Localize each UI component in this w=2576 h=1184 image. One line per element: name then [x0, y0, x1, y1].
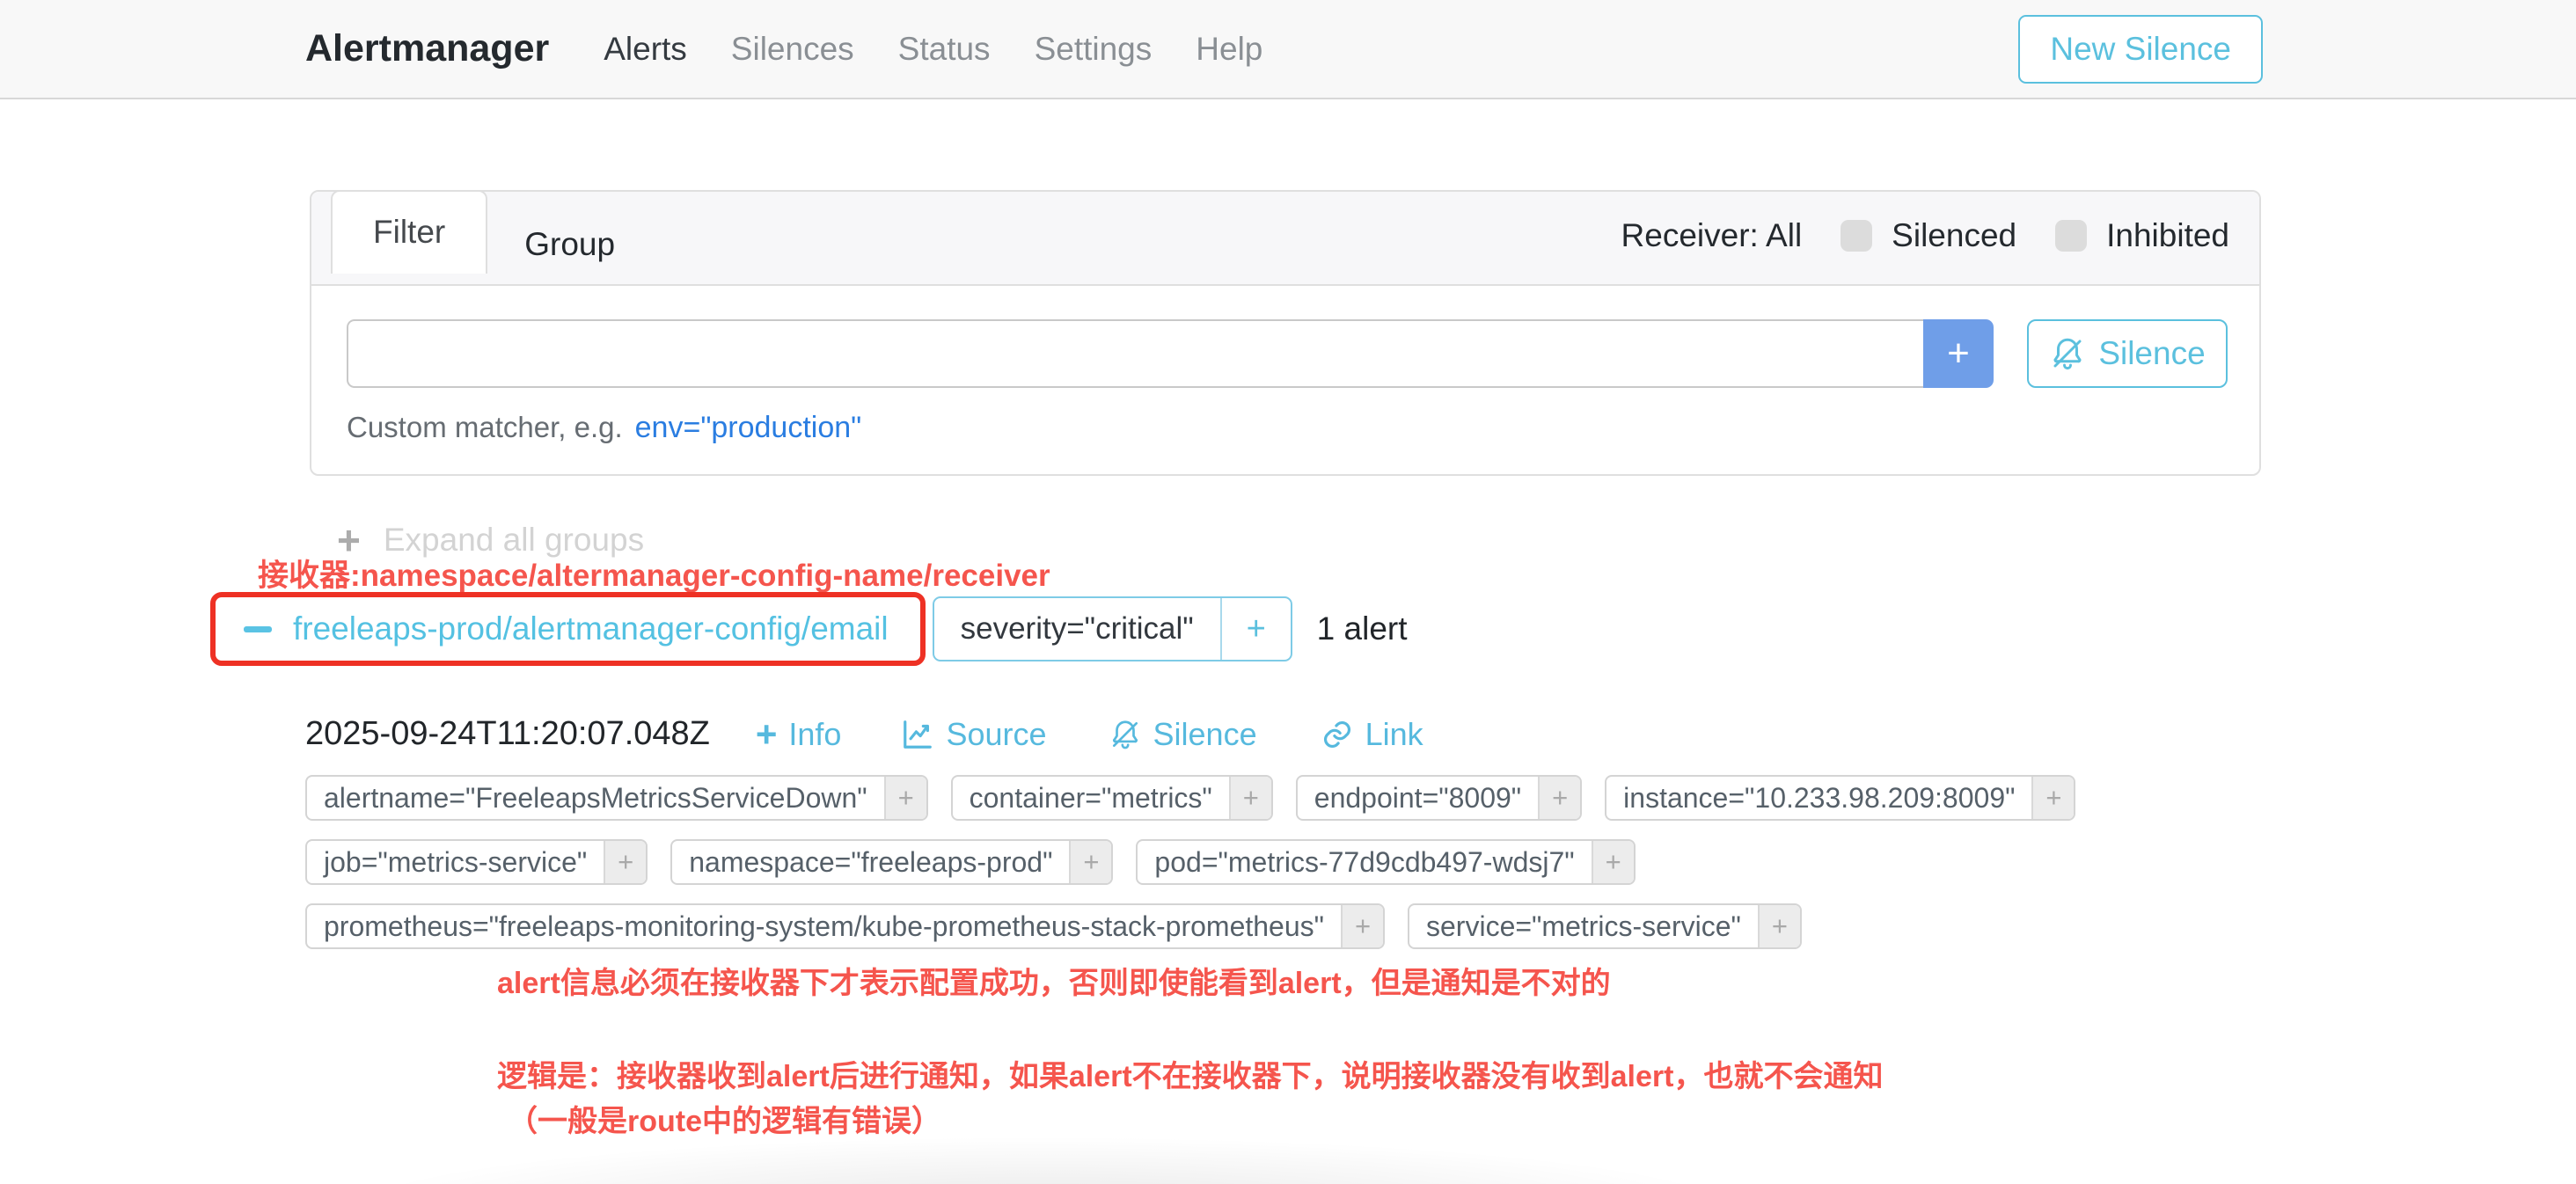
link-label: Link [1365, 716, 1423, 753]
matcher-input[interactable] [347, 319, 1923, 388]
add-matcher-button[interactable]: + [1923, 319, 1994, 388]
alert-timestamp: 2025-09-24T11:20:07.048Z [305, 715, 710, 753]
annotation-route-note: （一般是route中的逻辑有错误） [508, 1097, 941, 1140]
label-add-button[interactable]: + [1069, 841, 1111, 883]
nav-settings[interactable]: Settings [1035, 31, 1153, 68]
label-tag: prometheus="freeleaps-monitoring-system/… [305, 903, 1385, 949]
alert-source-link[interactable]: Source [901, 716, 1046, 753]
inhibited-label: Inhibited [2106, 217, 2229, 254]
receiver-filter-label[interactable]: Receiver: All [1621, 217, 1803, 254]
label-add-button[interactable]: + [1758, 905, 1800, 947]
info-label: Info [788, 716, 841, 753]
label-tag: alertname="FreeleapsMetricsServiceDown" … [305, 775, 928, 821]
label-value: endpoint="8009" [1298, 777, 1538, 819]
group-matcher-label: severity="critical" [934, 598, 1220, 660]
alert-silence-button[interactable]: Silence [1109, 716, 1257, 753]
labels-row-2: job="metrics-service" + namespace="freel… [305, 839, 2075, 885]
silenced-checkbox[interactable] [1841, 220, 1872, 252]
filter-panel-body: + Silence Custom matcher, e.g. env="prod… [311, 286, 2259, 445]
label-value: job="metrics-service" [307, 841, 604, 883]
inhibited-toggle[interactable]: Inhibited [2055, 217, 2229, 254]
silence-label: Silence [1153, 716, 1257, 753]
matcher-helper: Custom matcher, e.g. env="production" [347, 411, 2228, 445]
group-add-matcher-button[interactable]: + [1220, 598, 1291, 660]
bell-slash-icon [1109, 718, 1142, 751]
label-value: container="metrics" [953, 777, 1229, 819]
alert-header-row: 2025-09-24T11:20:07.048Z + Info Source S… [305, 715, 1423, 753]
nav-silences[interactable]: Silences [731, 31, 854, 68]
label-add-button[interactable]: + [1341, 905, 1383, 947]
nav-status[interactable]: Status [898, 31, 991, 68]
label-tag: instance="10.233.98.209:8009" + [1605, 775, 2075, 821]
label-tag: service="metrics-service" + [1408, 903, 1802, 949]
label-tag: pod="metrics-77d9cdb497-wdsj7" + [1136, 839, 1635, 885]
label-value: pod="metrics-77d9cdb497-wdsj7" [1138, 841, 1591, 883]
new-silence-button[interactable]: New Silence [2018, 15, 2263, 84]
helper-text: Custom matcher, e.g. [347, 411, 623, 444]
alert-group-row: freeleaps-prod/alertmanager-config/email… [210, 592, 1408, 666]
alert-labels: alertname="FreeleapsMetricsServiceDown" … [305, 775, 2075, 968]
app-brand[interactable]: Alertmanager [305, 27, 549, 70]
filter-header-controls: Receiver: All Silenced Inhibited [1621, 217, 2229, 259]
nav-help[interactable]: Help [1196, 31, 1262, 68]
label-tag: endpoint="8009" + [1296, 775, 1582, 821]
nav-alerts[interactable]: Alerts [604, 31, 687, 68]
label-tag: namespace="freeleaps-prod" + [670, 839, 1113, 885]
tab-filter[interactable]: Filter [331, 190, 487, 274]
collapse-minus-icon [244, 626, 272, 632]
labels-row-3: prometheus="freeleaps-monitoring-system/… [305, 903, 2075, 949]
receiver-group-name: freeleaps-prod/alertmanager-config/email [293, 610, 889, 647]
group-matcher-group: severity="critical" + [933, 596, 1292, 661]
silenced-toggle[interactable]: Silenced [1841, 217, 2016, 254]
alert-count: 1 alert [1317, 610, 1408, 647]
label-add-button[interactable]: + [1592, 841, 1634, 883]
main-nav: Alerts Silences Status Settings Help [604, 31, 1262, 68]
annotation-config-note: alert信息必须在接收器下才表示配置成功，否则即使能看到alert，但是通知是… [497, 959, 1611, 1002]
bell-slash-icon [2049, 335, 2086, 372]
label-value: instance="10.233.98.209:8009" [1606, 777, 2031, 819]
label-value: service="metrics-service" [1409, 905, 1758, 947]
label-add-button[interactable]: + [1229, 777, 1271, 819]
label-value: namespace="freeleaps-prod" [672, 841, 1069, 883]
annotation-logic-note: 逻辑是：接收器收到alert后进行通知，如果alert不在接收器下，说明接收器没… [497, 1052, 1883, 1095]
label-add-button[interactable]: + [1538, 777, 1580, 819]
filter-panel-header: Filter Group Receiver: All Silenced Inhi… [311, 192, 2259, 286]
silenced-label: Silenced [1892, 217, 2016, 254]
matcher-input-group: + [347, 319, 1994, 388]
chart-line-icon [901, 718, 934, 751]
label-tag: job="metrics-service" + [305, 839, 648, 885]
source-label: Source [946, 716, 1046, 753]
receiver-group-toggle[interactable]: freeleaps-prod/alertmanager-config/email [210, 592, 926, 666]
tab-group[interactable]: Group [487, 205, 652, 284]
label-add-button[interactable]: + [884, 777, 926, 819]
alert-permalink[interactable]: Link [1321, 716, 1423, 753]
inhibited-checkbox[interactable] [2055, 220, 2087, 252]
label-value: prometheus="freeleaps-monitoring-system/… [307, 905, 1341, 947]
label-tag: container="metrics" + [951, 775, 1273, 821]
label-value: alertname="FreeleapsMetricsServiceDown" [307, 777, 884, 819]
annotation-receiver-note: 接收器:namespace/altermanager-config-name/r… [258, 551, 1050, 596]
plus-icon: + [756, 716, 778, 753]
helper-example-link[interactable]: env="production" [635, 411, 862, 445]
label-add-button[interactable]: + [2031, 777, 2074, 819]
silence-from-filter-button[interactable]: Silence [2027, 319, 2228, 388]
matcher-row: + Silence [347, 319, 2228, 388]
label-add-button[interactable]: + [604, 841, 646, 883]
main-content: Filter Group Receiver: All Silenced Inhi… [0, 99, 2576, 1184]
link-icon [1321, 718, 1354, 751]
labels-row-1: alertname="FreeleapsMetricsServiceDown" … [305, 775, 2075, 821]
alert-info-button[interactable]: + Info [756, 716, 842, 753]
filter-tabs: Filter Group [331, 192, 652, 284]
top-navbar: Alertmanager Alerts Silences Status Sett… [0, 0, 2576, 99]
filter-panel: Filter Group Receiver: All Silenced Inhi… [310, 190, 2261, 476]
silence-button-label: Silence [2098, 335, 2205, 372]
